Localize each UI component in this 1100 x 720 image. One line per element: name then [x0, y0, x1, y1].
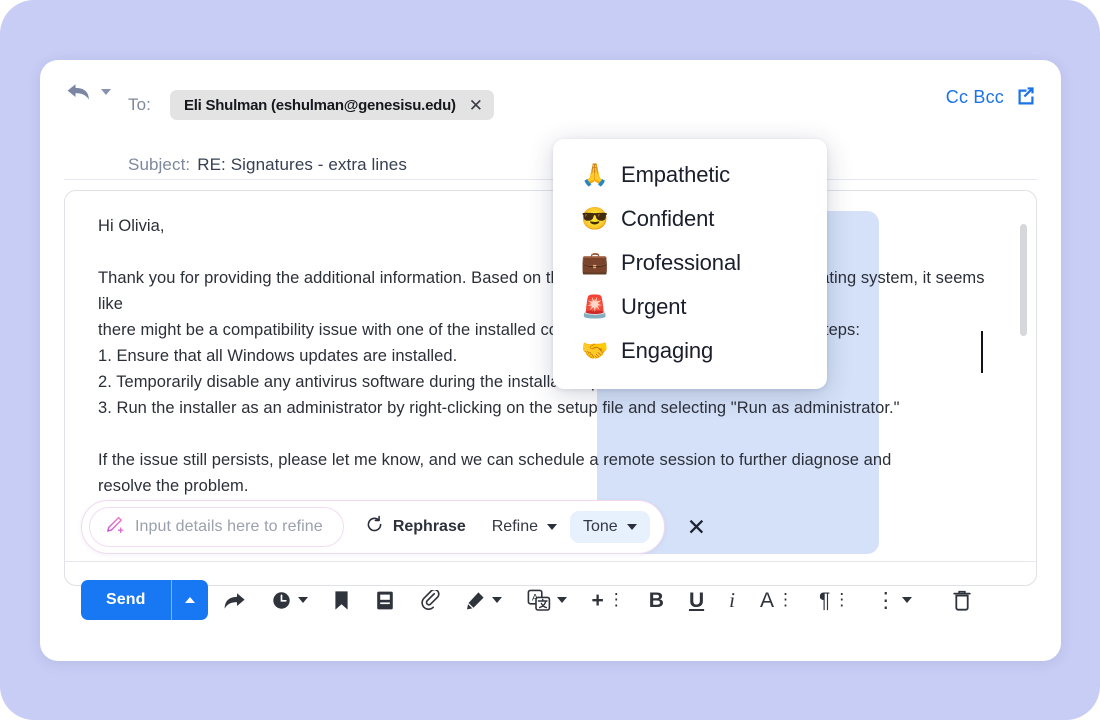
templates-button[interactable]: [366, 584, 404, 617]
chevron-up-icon: [184, 597, 195, 603]
more-dots-icon: ⋮: [777, 590, 794, 609]
tone-dropdown-button[interactable]: Tone: [569, 511, 650, 543]
refine-pill: Input details here to refine Rephrase Re…: [81, 500, 665, 554]
schedule-send-button[interactable]: [262, 584, 317, 617]
ai-refine-bar: Input details here to refine Rephrase Re…: [81, 500, 706, 554]
body-scrollbar[interactable]: [1020, 224, 1027, 554]
tone-option-label: Urgent: [621, 294, 687, 319]
toolbar-divider: [64, 561, 1037, 562]
schedule-clock-icon: [271, 590, 292, 611]
font-style-button[interactable]: A ⋮: [751, 584, 803, 617]
bookmark-icon: [333, 590, 350, 611]
tone-label: Tone: [582, 518, 618, 535]
attachment-button[interactable]: [411, 584, 449, 617]
siren-emoji: 🚨: [581, 294, 609, 319]
insert-button[interactable]: + ⋮: [583, 584, 633, 617]
translate-icon: A: [527, 589, 551, 611]
more-dots-icon: ⋮: [833, 590, 851, 609]
cc-bcc-button[interactable]: Cc Bcc: [946, 87, 1004, 108]
subject-label: Subject:: [128, 155, 191, 174]
header-divider: [64, 179, 1037, 180]
body-scrollbar-thumb[interactable]: [1020, 224, 1027, 336]
chevron-down-icon: [626, 524, 637, 530]
paragraph-button[interactable]: ¶ ⋮: [810, 584, 859, 617]
sunglasses-face-emoji: 😎: [581, 206, 609, 231]
close-refine-bar-button[interactable]: ✕: [687, 515, 706, 539]
chevron-down-icon: [491, 597, 502, 603]
delete-trash-icon: [952, 589, 972, 611]
template-book-icon: [375, 590, 395, 611]
rephrase-button[interactable]: Rephrase: [352, 508, 479, 546]
send-options-button[interactable]: [172, 580, 208, 620]
paragraph-icon: ¶: [819, 588, 831, 612]
send-button-group[interactable]: Send: [81, 580, 208, 620]
subject-value: RE: Signatures - extra lines: [197, 155, 407, 174]
italic-button[interactable]: i: [720, 584, 744, 617]
attachment-paperclip-icon: [420, 589, 440, 611]
close-icon[interactable]: ✕: [469, 97, 483, 114]
handshake-emoji: 🤝: [581, 338, 609, 363]
chevron-down-icon: [902, 597, 913, 603]
external-link-icon[interactable]: [1015, 84, 1037, 111]
refine-input-placeholder: Input details here to refine: [135, 518, 323, 535]
compose-toolbar: Send A + ⋮ B U i A ⋮ ¶ ⋮ ⋮: [81, 579, 981, 621]
chevron-down-icon: [546, 524, 557, 530]
magic-pen-icon: [104, 515, 124, 540]
more-options-icon: ⋮: [875, 588, 897, 612]
chevron-down-icon: [297, 597, 308, 603]
translate-button[interactable]: A: [518, 583, 576, 617]
tone-option-label: Professional: [621, 250, 741, 275]
chevron-down-icon: [556, 597, 567, 603]
send-button[interactable]: Send: [81, 580, 171, 620]
more-options-button[interactable]: ⋮: [866, 584, 921, 617]
delete-draft-button[interactable]: [943, 583, 981, 617]
tone-option-confident[interactable]: 😎 Confident: [553, 197, 827, 241]
chevron-down-icon[interactable]: [101, 89, 111, 95]
refine-label: Refine: [491, 518, 538, 535]
reply-control[interactable]: [66, 82, 111, 102]
tone-option-label: Confident: [621, 206, 715, 231]
signature-pen-icon: [465, 590, 486, 611]
tone-option-professional[interactable]: 💼 Professional: [553, 241, 827, 285]
header-actions: Cc Bcc: [946, 84, 1037, 111]
insert-plus-icon: +: [591, 588, 604, 612]
signature-button[interactable]: [456, 584, 511, 617]
more-dots-icon: ⋮: [607, 590, 625, 609]
compose-window: To: Eli Shulman (eshulman@genesisu.edu) …: [40, 60, 1061, 661]
font-style-icon: A: [759, 588, 774, 612]
tone-option-engaging[interactable]: 🤝 Engaging: [553, 329, 827, 373]
recipient-name: Eli Shulman (eshulman@genesisu.edu): [183, 96, 456, 114]
refresh-icon: [365, 515, 384, 539]
to-label: To:: [128, 95, 151, 114]
reply-arrow-icon[interactable]: [66, 82, 92, 102]
subject-field-row[interactable]: Subject: RE: Signatures - extra lines: [128, 155, 407, 175]
tone-option-label: Empathetic: [621, 162, 731, 187]
rephrase-label: Rephrase: [392, 518, 466, 535]
tone-option-empathetic[interactable]: 🙏 Empathetic: [553, 153, 827, 197]
bold-button[interactable]: B: [640, 584, 673, 617]
underline-icon: U: [688, 588, 705, 612]
tone-option-urgent[interactable]: 🚨 Urgent: [553, 285, 827, 329]
briefcase-emoji: 💼: [581, 250, 609, 275]
praying-hands-emoji: 🙏: [581, 162, 609, 187]
to-field-row: To: Eli Shulman (eshulman@genesisu.edu) …: [128, 90, 494, 120]
recipient-chip[interactable]: Eli Shulman (eshulman@genesisu.edu) ✕: [169, 90, 494, 120]
refine-input[interactable]: Input details here to refine: [89, 507, 344, 547]
underline-button[interactable]: U: [680, 584, 713, 617]
forward-icon: [224, 591, 246, 610]
tone-option-label: Engaging: [621, 338, 714, 363]
italic-icon: i: [729, 587, 735, 612]
bookmark-button[interactable]: [324, 584, 359, 617]
text-cursor: [981, 331, 983, 373]
forward-button[interactable]: [215, 585, 255, 616]
bold-icon: B: [648, 588, 664, 612]
refine-dropdown-button[interactable]: Refine: [479, 511, 570, 543]
tone-dropdown-menu[interactable]: 🙏 Empathetic 😎 Confident 💼 Professional …: [553, 139, 827, 389]
message-body-text[interactable]: Hi Olivia, Thank you for providing the a…: [98, 213, 998, 499]
